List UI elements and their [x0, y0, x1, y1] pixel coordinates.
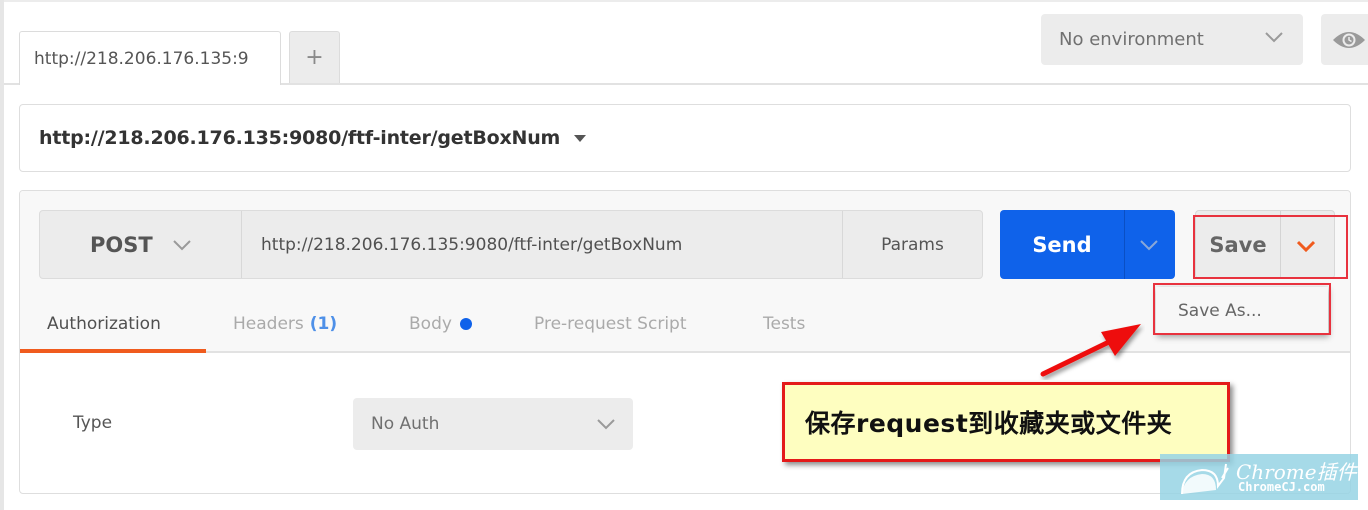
headers-count-badge: (1) [309, 314, 338, 334]
save-divider [1280, 211, 1281, 278]
watermark-domain: ChromeCJ.com [1238, 480, 1325, 494]
request-tab-label: http://218.206.176.135:9 [34, 48, 249, 69]
auth-type-label: Type [73, 413, 113, 433]
body-modified-dot-icon [459, 318, 472, 330]
chevron-down-icon [173, 240, 191, 251]
method-value: POST [90, 232, 153, 257]
environment-select[interactable]: No environment [1041, 14, 1303, 65]
annotation-arrow-icon [1040, 324, 1141, 377]
callout-text: 保存request到收藏夹或文件夹 [805, 409, 1173, 438]
new-tab-button[interactable]: + [289, 31, 340, 83]
url-input[interactable] [243, 211, 843, 278]
auth-type-value: No Auth [371, 414, 440, 434]
environment-select-value: No environment [1059, 29, 1204, 50]
tab-authorization[interactable]: Authorization [47, 295, 161, 353]
auth-type-select[interactable]: No Auth [353, 398, 633, 450]
method-select[interactable]: POST [40, 211, 242, 278]
request-tab-active[interactable]: http://218.206.176.135:9 [19, 31, 281, 85]
plus-icon: + [305, 45, 324, 70]
tab-pre-request-script[interactable]: Pre-request Script [534, 295, 687, 353]
tab-label: Body [409, 314, 452, 334]
request-name-header[interactable]: http://218.206.176.135:9080/ftf-inter/ge… [19, 104, 1351, 172]
environment-quick-look-button[interactable] [1321, 14, 1368, 65]
tab-tests[interactable]: Tests [763, 295, 805, 353]
tab-body[interactable]: Body [409, 295, 472, 353]
watermark: Chrome插件 ChromeCJ.com [1160, 454, 1358, 500]
chevron-down-icon [597, 419, 615, 430]
caret-down-icon[interactable] [574, 134, 587, 142]
tab-headers[interactable]: Headers (1) [233, 295, 337, 353]
tab-label: Tests [763, 314, 806, 334]
tab-label: Pre-request Script [534, 314, 687, 334]
send-options-chevron-icon[interactable] [1140, 239, 1158, 251]
eye-icon [1333, 31, 1365, 48]
url-bar: POST Params [39, 210, 983, 279]
save-button-group: Save [1195, 210, 1335, 279]
active-tab-indicator [20, 349, 206, 353]
params-button[interactable]: Params [842, 211, 982, 278]
send-button-group: Send [1000, 210, 1175, 279]
save-as-menu-item[interactable]: Save As... [1156, 287, 1328, 335]
send-button[interactable]: Send [1000, 210, 1124, 279]
save-button[interactable]: Save [1196, 211, 1280, 278]
annotation-callout: 保存request到收藏夹或文件夹 [782, 382, 1230, 462]
tab-label: Authorization [47, 314, 161, 334]
sidebar-edge [0, 0, 4, 510]
request-tabs: Authorization Headers (1) Body Pre-reque… [20, 295, 1350, 353]
snail-logo-icon [1181, 463, 1229, 495]
request-name: http://218.206.176.135:9080/ftf-inter/ge… [39, 127, 561, 149]
send-divider [1124, 210, 1125, 279]
tab-label: Headers [233, 314, 304, 334]
save-options-chevron-icon[interactable] [1297, 240, 1315, 252]
chevron-down-icon [1265, 32, 1283, 43]
window-top-border [0, 0, 1368, 2]
